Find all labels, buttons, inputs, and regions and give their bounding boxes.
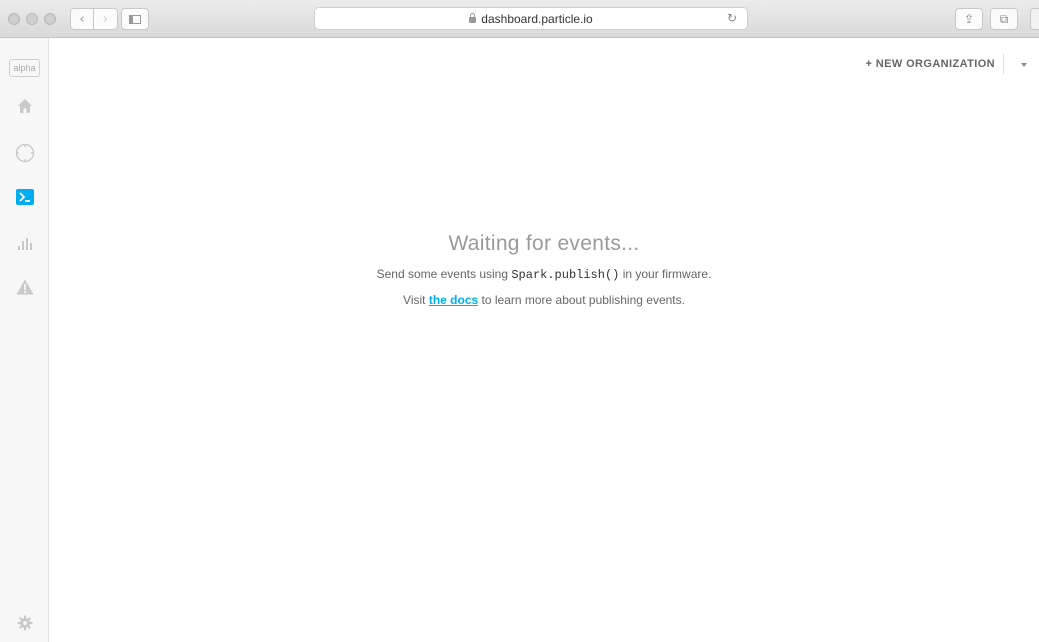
back-button[interactable]: ‹ [70, 8, 94, 30]
show-tabs-button[interactable]: ⧉ [990, 8, 1018, 30]
share-icon: ⇪ [963, 12, 975, 26]
url-text: dashboard.particle.io [481, 11, 593, 26]
publish-hint: Send some events using Spark.publish() i… [49, 267, 1039, 282]
sidebar-item-alerts[interactable] [0, 272, 49, 302]
page-title: Waiting for events... [448, 232, 640, 255]
forward-button[interactable]: › [94, 8, 118, 30]
docs-link[interactable]: the docs [429, 293, 478, 307]
share-button[interactable]: ⇪ [955, 8, 983, 30]
new-organization-button[interactable]: + NEW ORGANIZATION [865, 58, 995, 70]
publish-code: Spark.publish() [511, 268, 620, 282]
sidebar-icon [129, 14, 141, 24]
alpha-badge: alpha [9, 59, 40, 77]
warning-icon [16, 279, 33, 295]
sidebar: alpha [0, 38, 49, 642]
sidebar-item-console[interactable] [0, 182, 49, 212]
sidebar-item-home[interactable] [0, 91, 49, 121]
zoom-window-button[interactable] [44, 13, 56, 25]
divider [1003, 54, 1004, 74]
address-bar[interactable]: dashboard.particle.io ↻ [314, 7, 748, 30]
browser-toolbar: ‹ › dashboard.particle.io ↻ ⇪ ⧉ [0, 0, 1039, 38]
window-controls [8, 13, 56, 25]
gear-icon [17, 615, 32, 631]
events-empty-state: Waiting for events... Send some events u… [49, 232, 1039, 307]
docs-hint-suffix: to learn more about publishing events. [478, 293, 685, 307]
docs-hint-prefix: Visit [403, 293, 429, 307]
crosshair-icon [15, 143, 34, 163]
publish-hint-prefix: Send some events using [376, 267, 512, 281]
docs-hint: Visit the docs to learn more about publi… [49, 293, 1039, 307]
close-window-button[interactable] [8, 13, 20, 25]
sidebar-item-settings[interactable] [0, 608, 49, 638]
tabs-icon: ⧉ [999, 11, 1009, 26]
terminal-icon [15, 189, 34, 205]
minimize-window-button[interactable] [26, 13, 38, 25]
lock-icon [469, 12, 477, 23]
sidebar-item-devices[interactable] [0, 138, 49, 168]
chevron-right-icon: › [102, 11, 109, 27]
reload-icon[interactable]: ↻ [727, 11, 737, 25]
sidebar-toggle-button[interactable] [121, 8, 149, 30]
history-nav: ‹ › [70, 8, 118, 30]
home-icon [17, 99, 32, 113]
chevron-left-icon: ‹ [79, 11, 85, 27]
bar-chart-icon [17, 238, 32, 250]
sidebar-item-stats[interactable] [0, 228, 49, 258]
publish-hint-suffix: in your firmware. [619, 267, 712, 281]
chevron-down-icon[interactable] [1021, 63, 1027, 67]
new-tab-button[interactable] [1030, 8, 1039, 30]
